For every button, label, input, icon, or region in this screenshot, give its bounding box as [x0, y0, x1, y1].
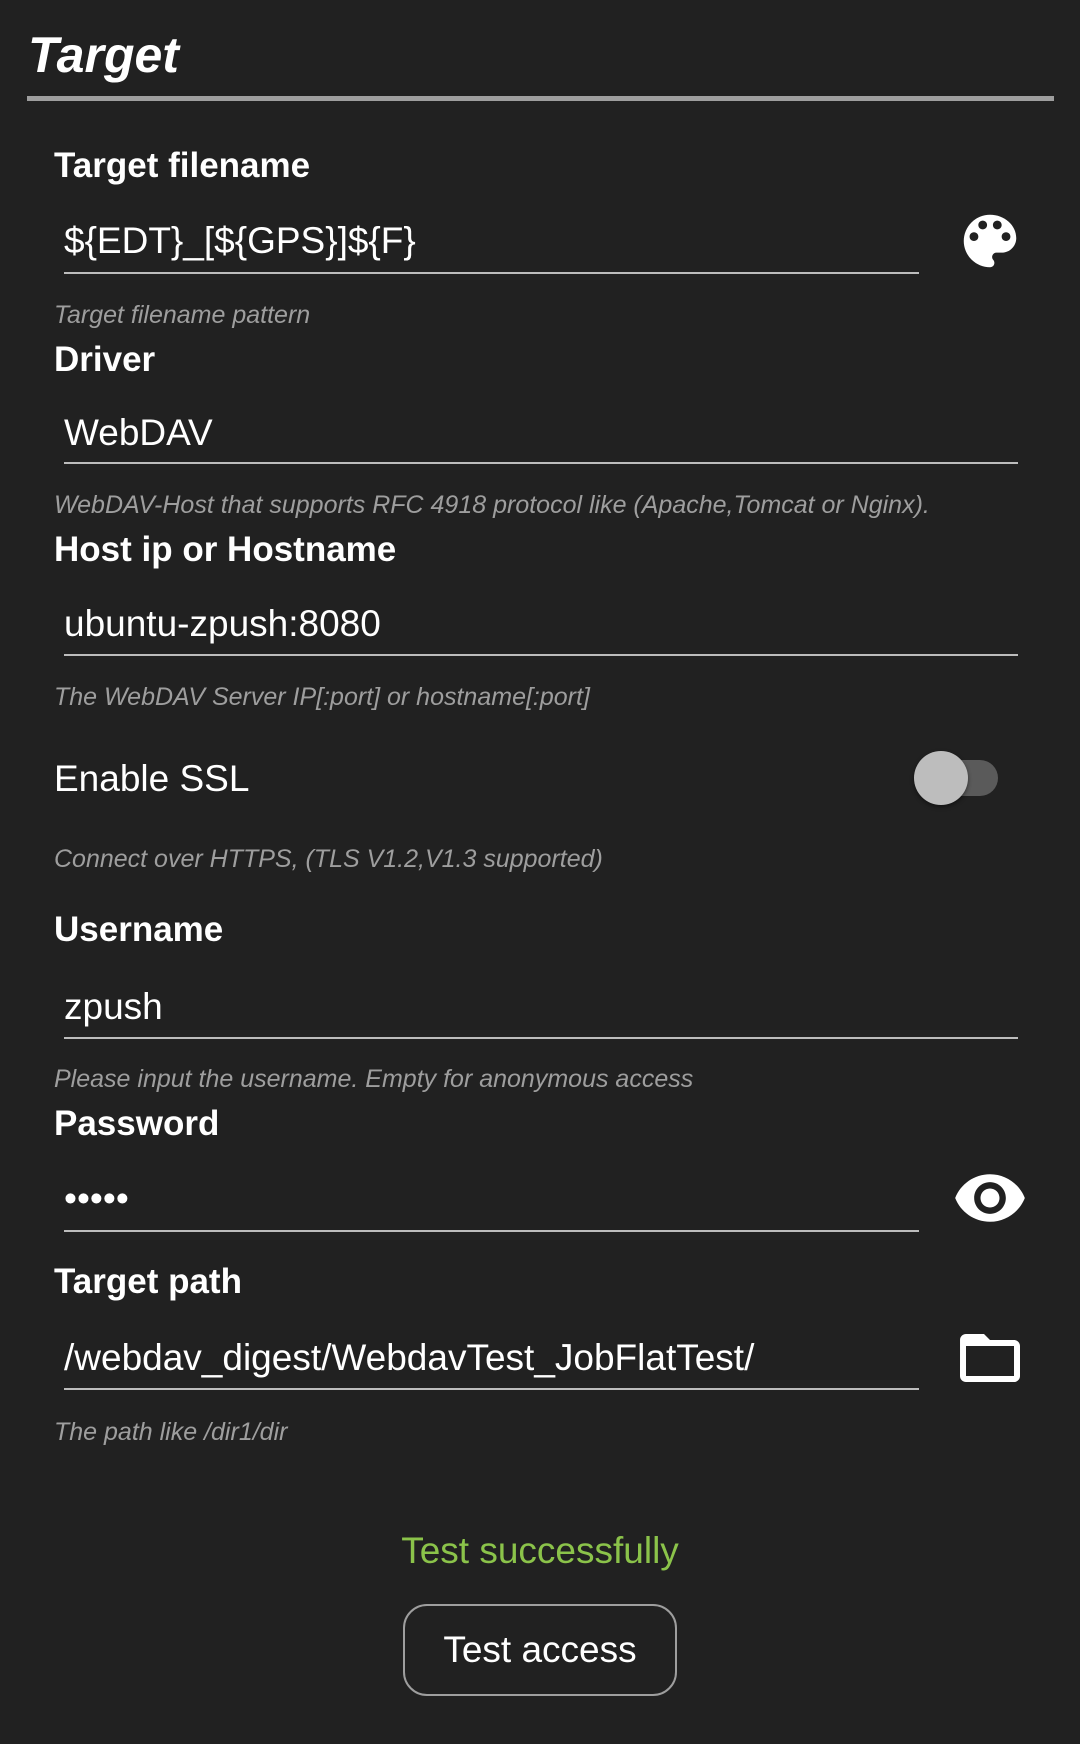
target-filename-hint: Target filename pattern: [54, 301, 311, 329]
section-title: Target: [28, 27, 179, 83]
username-label: Username: [54, 910, 224, 949]
test-access-button[interactable]: Test access: [403, 1604, 677, 1696]
palette-icon: [963, 214, 1017, 268]
username-underline: [64, 1037, 1018, 1039]
username-hint: Please input the username. Empty for ano…: [54, 1065, 694, 1093]
pattern-palette-button[interactable]: [950, 201, 1030, 281]
target-filename-underline: [64, 272, 919, 274]
host-underline: [64, 654, 1018, 656]
driver-underline: [64, 462, 1018, 464]
ssl-label: Enable SSL: [54, 758, 250, 799]
target-filename-input[interactable]: ${EDT}_[${GPS}]${F}: [64, 222, 416, 259]
driver-select[interactable]: WebDAV: [64, 414, 213, 451]
host-label: Host ip or Hostname: [54, 530, 397, 569]
password-underline: [64, 1230, 919, 1232]
target-path-underline: [64, 1388, 919, 1390]
toggle-password-visibility-button[interactable]: [950, 1158, 1030, 1238]
eye-icon: [955, 1174, 1025, 1222]
ssl-switch-thumb[interactable]: [914, 751, 968, 805]
target-path-label: Target path: [54, 1262, 242, 1301]
driver-hint: WebDAV-Host that supports RFC 4918 proto…: [54, 491, 930, 519]
target-path-hint: The path like /dir1/dir: [54, 1418, 288, 1446]
host-input[interactable]: ubuntu-zpush:8080: [64, 605, 381, 642]
folder-icon: [960, 1334, 1020, 1382]
username-input[interactable]: zpush: [64, 988, 163, 1025]
target-filename-label: Target filename: [54, 146, 311, 185]
password-label: Password: [54, 1104, 220, 1143]
section-divider: [27, 96, 1054, 101]
test-status-message: Test successfully: [401, 1530, 679, 1571]
target-path-input[interactable]: /webdav_digest/WebdavTest_JobFlatTest/: [64, 1339, 754, 1376]
ssl-hint: Connect over HTTPS, (TLS V1.2,V1.3 suppo…: [54, 845, 603, 873]
password-input[interactable]: •••••: [64, 1180, 129, 1217]
host-hint: The WebDAV Server IP[:port] or hostname[…: [54, 683, 590, 711]
browse-folder-button[interactable]: [950, 1318, 1030, 1398]
driver-label: Driver: [54, 340, 156, 379]
